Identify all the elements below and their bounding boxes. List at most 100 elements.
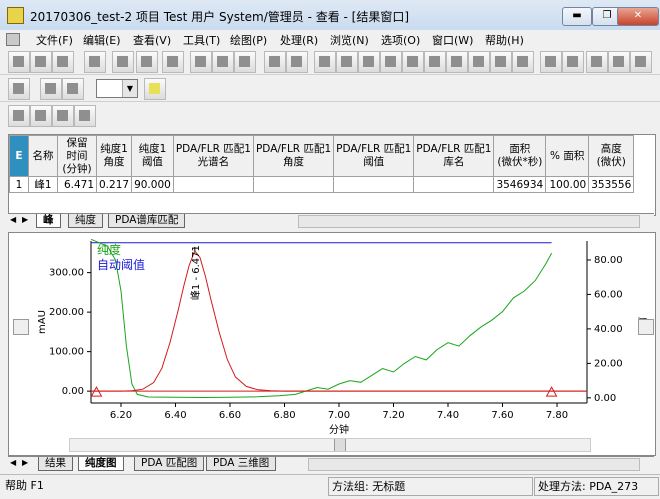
- toolbar-button[interactable]: [162, 51, 184, 73]
- cell-match-angle[interactable]: [252, 176, 335, 193]
- toolbar-button[interactable]: [136, 51, 158, 73]
- toolbar-button[interactable]: [540, 51, 562, 73]
- chart-scroll-thumb[interactable]: [334, 439, 346, 451]
- redo-button[interactable]: [286, 51, 308, 73]
- toolbar-button[interactable]: [424, 51, 446, 73]
- left-scroll-thumb[interactable]: [13, 319, 29, 335]
- chromatogram-curve: [91, 249, 587, 392]
- y-right-tick-label: 80.00: [594, 255, 623, 266]
- toolbar-button[interactable]: [30, 105, 52, 127]
- menu-process[interactable]: 处理(R): [280, 32, 318, 48]
- tab-pda-library-match[interactable]: PDA谱库匹配: [108, 214, 186, 228]
- x-tick-label: 7.00: [328, 410, 350, 421]
- toolbar-button[interactable]: [358, 51, 380, 73]
- toolbar-button[interactable]: [630, 51, 652, 73]
- chart-horizontal-scrollbar[interactable]: [69, 438, 591, 452]
- tab-peaks[interactable]: 峰: [36, 214, 61, 228]
- tab-pda-3d-plot[interactable]: PDA 三维图: [206, 457, 277, 471]
- cell-match-threshold[interactable]: [333, 176, 415, 193]
- tab-results[interactable]: 结果: [38, 457, 73, 471]
- menu-edit[interactable]: 编辑(E): [83, 32, 121, 48]
- cell-percent-area[interactable]: 100.00: [545, 176, 590, 193]
- x-tick-label: 7.60: [491, 410, 513, 421]
- toolbar-button[interactable]: [336, 51, 358, 73]
- tab-purity-plot[interactable]: 纯度图: [78, 457, 124, 471]
- toolbar-button[interactable]: [446, 51, 468, 73]
- eraser-button[interactable]: [144, 78, 166, 100]
- minimize-button[interactable]: ▬: [562, 7, 592, 26]
- col-header-match-angle[interactable]: PDA/FLR 匹配1 角度: [252, 135, 335, 177]
- toolbar-button[interactable]: [52, 105, 74, 127]
- menu-view[interactable]: 查看(V): [133, 32, 171, 48]
- cell-area[interactable]: 3546934: [493, 176, 547, 193]
- toolbar-button[interactable]: [586, 51, 608, 73]
- toolbar-button[interactable]: [212, 51, 234, 73]
- table-tab-strip: ◀ ▶ 峰 纯度 PDA谱库匹配: [8, 213, 654, 228]
- col-header-percent-area[interactable]: % 面积: [545, 135, 590, 177]
- cell-purity-angle[interactable]: 0.217: [95, 176, 133, 193]
- tab-scroll-right-icon[interactable]: ▶: [22, 215, 28, 224]
- col-header-height[interactable]: 高度 (微伏): [588, 135, 635, 177]
- col-header-match-spectrum[interactable]: PDA/FLR 匹配1 光谱名: [172, 135, 254, 177]
- cell-retention[interactable]: 6.471: [57, 176, 97, 193]
- menu-bar: 文件(F) 编辑(E) 查看(V) 工具(T) 绘图(P) 处理(R) 浏览(N…: [0, 30, 660, 77]
- menu-plot[interactable]: 绘图(P): [230, 32, 267, 48]
- toolbar-button[interactable]: [234, 51, 256, 73]
- toolbar-button[interactable]: [190, 51, 212, 73]
- cell-name[interactable]: 峰1: [28, 176, 58, 193]
- tab-scroll-left-icon[interactable]: ◀: [10, 458, 16, 467]
- toolbar-button[interactable]: [112, 51, 134, 73]
- tab-horizontal-scrollbar[interactable]: [308, 458, 640, 471]
- table-horizontal-scrollbar[interactable]: [298, 215, 640, 228]
- toolbar-button[interactable]: [40, 78, 62, 100]
- toolbar-button[interactable]: [30, 51, 52, 73]
- tab-pda-match-plot[interactable]: PDA 匹配图: [134, 457, 205, 471]
- toolbar-button[interactable]: [468, 51, 490, 73]
- toolbar-button[interactable]: [490, 51, 512, 73]
- row-index[interactable]: 1: [9, 176, 29, 193]
- menu-help[interactable]: 帮助(H): [485, 32, 524, 48]
- cell-match-spectrum[interactable]: [172, 176, 254, 193]
- toolbar-button[interactable]: [62, 78, 84, 100]
- close-button[interactable]: ✕: [617, 7, 659, 26]
- tab-purity[interactable]: 纯度: [68, 214, 103, 228]
- toolbar-button[interactable]: [314, 51, 336, 73]
- col-header-name[interactable]: 名称: [28, 135, 58, 177]
- toolbar-button[interactable]: [52, 51, 74, 73]
- undo-button[interactable]: [264, 51, 286, 73]
- col-header-match-library[interactable]: PDA/FLR 匹配1 库名: [413, 135, 495, 177]
- document-icon[interactable]: [6, 33, 20, 46]
- col-header-match-threshold[interactable]: PDA/FLR 匹配1 阈值: [333, 135, 415, 177]
- toolbar-button[interactable]: [402, 51, 424, 73]
- toolbar-button[interactable]: [562, 51, 584, 73]
- col-header-purity-threshold[interactable]: 纯度1 阈值: [131, 135, 174, 177]
- title-bar: 20170306_test-2 项目 Test 用户 System/管理员 - …: [0, 0, 660, 31]
- menu-browse[interactable]: 浏览(N): [330, 32, 369, 48]
- toolbar-button[interactable]: [8, 105, 30, 127]
- tab-scroll-right-icon[interactable]: ▶: [22, 458, 28, 467]
- table-row[interactable]: 1 峰1 6.471 0.217 90.000 3546934 100.00 3…: [9, 176, 635, 193]
- cell-match-library[interactable]: [413, 176, 495, 193]
- right-scroll-thumb[interactable]: [638, 319, 654, 335]
- menu-file[interactable]: 文件(F): [36, 32, 73, 48]
- y-right-tick-label: 40.00: [594, 324, 623, 335]
- menu-tools[interactable]: 工具(T): [183, 32, 220, 48]
- toolbar-button[interactable]: [8, 78, 30, 100]
- col-header-retention[interactable]: 保留 时间 (分钟): [57, 135, 97, 177]
- col-header-purity-angle[interactable]: 纯度1 角度: [95, 135, 133, 177]
- zoom-dropdown[interactable]: ▼: [96, 79, 138, 98]
- toolbar-button[interactable]: [84, 51, 106, 73]
- cell-purity-threshold[interactable]: 90.000: [131, 176, 174, 193]
- col-header-area[interactable]: 面积 (微伏*秒): [493, 135, 547, 177]
- toolbar-button[interactable]: [512, 51, 534, 73]
- cell-height[interactable]: 353556: [588, 176, 635, 193]
- table-corner[interactable]: E: [9, 135, 29, 177]
- toolbar-button[interactable]: [608, 51, 630, 73]
- toolbar-button[interactable]: [380, 51, 402, 73]
- menu-window[interactable]: 窗口(W): [432, 32, 473, 48]
- toolbar-button[interactable]: [74, 105, 96, 127]
- tab-scroll-left-icon[interactable]: ◀: [10, 215, 16, 224]
- y-left-tick-label: 100.00: [49, 347, 84, 358]
- menu-options[interactable]: 选项(O): [381, 32, 420, 48]
- toolbar-button[interactable]: [8, 51, 30, 73]
